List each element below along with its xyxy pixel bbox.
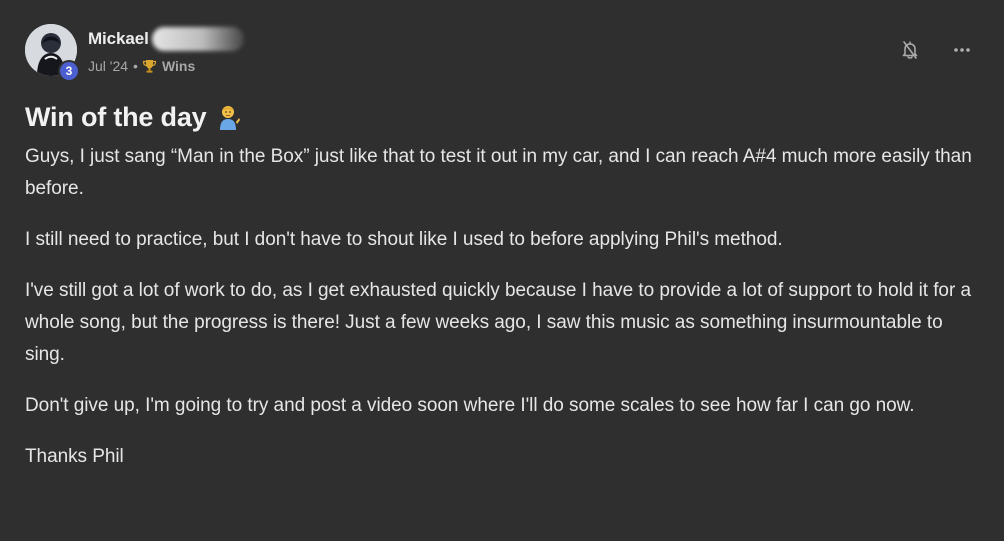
post-paragraph: I've still got a lot of work to do, as I… — [25, 280, 971, 365]
meta-separator: • — [133, 58, 138, 74]
post-title-text: Win of the day — [25, 101, 207, 132]
post-actions — [898, 38, 974, 62]
post-date[interactable]: Jul '24 — [88, 58, 128, 74]
trophy-icon — [142, 59, 157, 74]
person-tipping-hand-emoji — [214, 103, 242, 131]
post-title: Win of the day — [25, 97, 1004, 137]
post-card: 3 Mickael Jul '24 • Wins Win of the day … — [0, 0, 1004, 541]
bell-slash-icon[interactable] — [898, 38, 922, 62]
author-block: Mickael Jul '24 • Wins — [88, 22, 244, 74]
author-avatar[interactable]: 3 — [25, 24, 80, 82]
author-name[interactable]: Mickael — [88, 29, 149, 49]
redacted-name-blur — [151, 27, 244, 51]
post-paragraph: Guys, I just sang “Man in the Box” just … — [25, 146, 972, 199]
post-paragraph: I still need to practice, but I don't ha… — [25, 229, 783, 250]
post-paragraph: Thanks Phil — [25, 446, 124, 467]
post-body: Guys, I just sang “Man in the Box” just … — [25, 141, 980, 473]
category-link[interactable]: Wins — [162, 58, 195, 74]
name-row: Mickael — [88, 27, 244, 51]
post-meta: Jul '24 • Wins — [88, 58, 244, 74]
level-badge: 3 — [58, 60, 80, 82]
post-paragraph: Don't give up, I'm going to try and post… — [25, 395, 915, 416]
post-header: 3 Mickael Jul '24 • Wins — [25, 22, 1004, 84]
more-horizontal-icon[interactable] — [950, 38, 974, 62]
